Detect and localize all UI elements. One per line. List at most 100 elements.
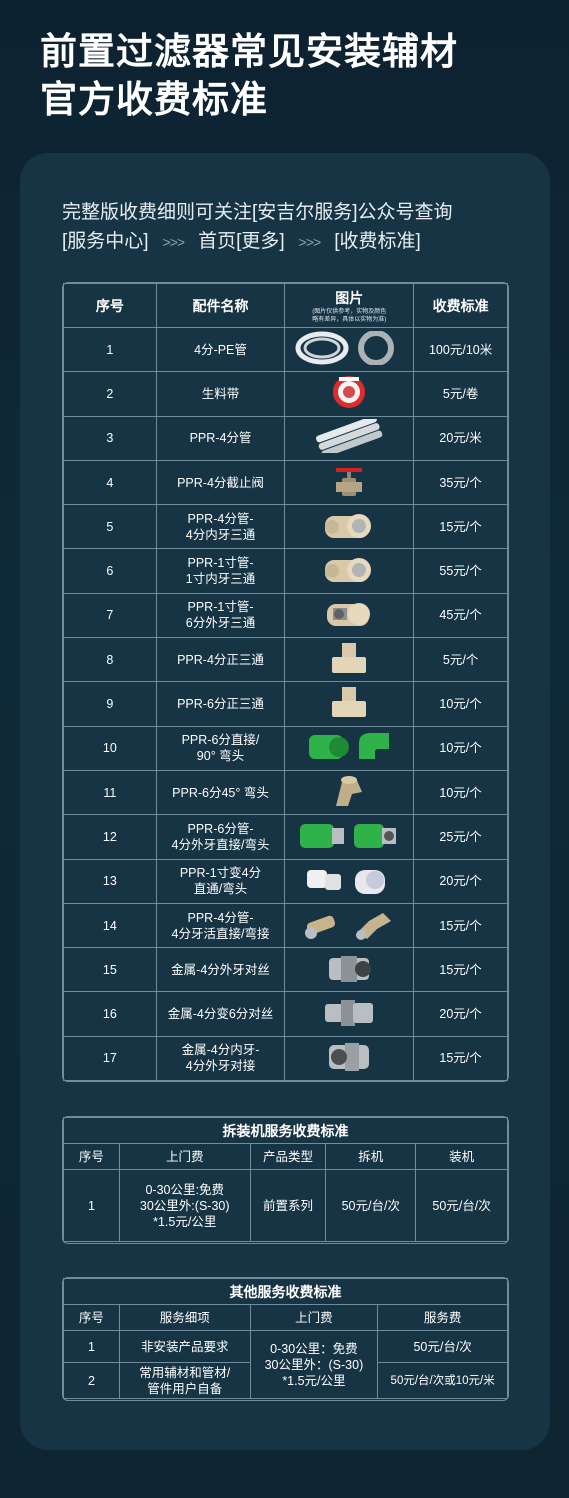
cell-image: [284, 637, 415, 683]
cell-name: 生料带: [155, 371, 286, 417]
cell-name: 金属-4分外牙对丝: [155, 947, 286, 993]
crumb-fee-standard: [收费标准]: [334, 231, 421, 252]
other-cell-visit: 0-30公里：免费 30公里外：(S-30) *1.5元/公里: [249, 1330, 379, 1399]
cell-fee: 25元/个: [413, 814, 508, 860]
install-table-title: 拆装机服务收费标准: [63, 1117, 508, 1144]
cell-name-line2: 4分内牙三通: [185, 527, 256, 542]
cell-fee: 55元/个: [413, 548, 508, 594]
visit-line1: 0-30公里：免费: [270, 1341, 358, 1356]
cell-no: 13: [63, 858, 157, 904]
metal-nipple-icon: [319, 951, 379, 989]
cell-name-line2: 90° 弯头: [196, 749, 245, 764]
cell-name-line2: 6分外牙三通: [185, 616, 256, 631]
cell-name: PPR-6分管- 4分外牙直接/弯头: [155, 814, 286, 860]
cell-name-line2: 4分外牙对接: [185, 1059, 256, 1074]
table-row: 12 PPR-6分管- 4分外牙直接/弯头 25元/个: [63, 814, 508, 860]
table-row: 9 PPR-6分正三通 10元/个: [63, 681, 508, 727]
table-row: 1 4分-PE管 100元/10米: [63, 326, 508, 373]
cell-name-line1: PPR-6分管-: [187, 821, 254, 836]
table-row: 7 PPR-1寸管- 6分外牙三通 45元/个: [63, 592, 508, 639]
header-no: 序号: [63, 283, 157, 328]
cell-name: 金属-4分内牙- 4分外牙对接: [155, 1035, 286, 1082]
cell-name: PPR-1寸管- 1寸内牙三通: [155, 548, 286, 594]
cell-name-line1: PPR-1寸管-: [187, 600, 254, 615]
cell-name-line1: PPR-6分45° 弯头: [172, 785, 269, 800]
cell-no: 10: [63, 725, 157, 771]
table-row: 13 PPR-1寸变4分 直通/弯头 20元/个: [63, 858, 508, 904]
crumb-separator: >>>: [162, 234, 186, 250]
table-row: 2 生料带 5元/卷: [63, 371, 508, 417]
female-tee-icon: [319, 552, 379, 590]
table-row: 1 非安装产品要求 0-30公里：免费 30公里外：(S-30) *1.5元/公…: [63, 1330, 508, 1399]
table-row: 1 0-30公里:免费 30公里外:(S-30) *1.5元/公里 前置系列 5…: [63, 1169, 508, 1242]
cell-name: PPR-4分管- 4分内牙三通: [155, 504, 286, 550]
visit-line3: *1.5元/公里: [282, 1373, 346, 1388]
cell-image: [284, 1035, 415, 1082]
table-row: 5 PPR-4分管- 4分内牙三通 15元/个: [63, 504, 508, 550]
visit-line2: 30公里外：(S-30): [264, 1357, 364, 1372]
other-cell-item: 常用辅材和管材/ 管件用户自备: [118, 1362, 251, 1399]
other-fee-table: 其他服务收费标准 序号 服务细项 上门费 服务费 1 非安装产品要求 0-30公…: [63, 1278, 508, 1399]
header-image-label: 图片: [335, 289, 364, 306]
cell-fee: 45元/个: [413, 592, 508, 639]
cell-name-line1: PPR-1寸变4分: [179, 866, 262, 881]
cell-image: [284, 814, 415, 860]
equal-tee-icon: [324, 685, 374, 723]
cell-name-line1: PPR-6分直接/: [181, 733, 260, 748]
table-row: 16 金属-4分变6分对丝 20元/个: [63, 991, 508, 1037]
cell-name-line2: 直通/弯头: [193, 882, 248, 897]
other-cell-item: 非安装产品要求: [118, 1330, 251, 1363]
cell-no: 6: [63, 548, 157, 594]
table-row: 8 PPR-4分正三通 5元/个: [63, 637, 508, 683]
cell-name-line1: 生料带: [201, 386, 240, 401]
green-coupling-elbow-icon: [299, 729, 399, 767]
other-cell-fee: 50元/台/次: [377, 1330, 508, 1363]
header-name: 配件名称: [155, 283, 286, 328]
cell-image: [284, 548, 415, 594]
cell-image: [284, 947, 415, 993]
install-fee-table: 拆装机服务收费标准 序号 上门费 产品类型 拆机 装机 1 0-30公里:免费 …: [63, 1117, 508, 1242]
accessory-fee-table: 序号 配件名称 图片 (图片仅供参考，实物及颜色 略有差异，具体以实物为准) 收费…: [63, 283, 508, 1082]
cell-no: 4: [63, 459, 157, 506]
table-row: 11 PPR-6分45° 弯头 10元/个: [63, 769, 508, 816]
install-header-type: 产品类型: [249, 1143, 327, 1170]
cell-no: 14: [63, 902, 157, 949]
cell-fee: 20元/米: [413, 415, 508, 461]
cell-name: 金属-4分变6分对丝: [155, 991, 286, 1037]
install-cell-type: 前置系列: [249, 1169, 327, 1242]
other-cell-fee: 50元/台/次或10元/米: [377, 1362, 508, 1399]
table-row: 10 PPR-6分直接/90° 弯头 10元/个: [63, 725, 508, 771]
pe-pipe-coil-icon: [294, 329, 404, 369]
image-note-line1: (图片仅供参考，实物及颜色: [312, 308, 387, 315]
visit-line1: 0-30公里:免费: [145, 1182, 224, 1197]
cell-name-line1: 金属-4分外牙对丝: [171, 962, 270, 977]
page-title-line2: 官方收费标准: [40, 79, 268, 120]
union-fittings-icon: [299, 907, 399, 945]
table-row: 15 金属-4分外牙对丝 15元/个: [63, 947, 508, 993]
cell-image: [284, 769, 415, 816]
ppr-pipes-icon: [309, 415, 389, 458]
cell-fee: 10元/个: [413, 681, 508, 727]
cell-no: 3: [63, 415, 157, 461]
metal-adapter-icon: [319, 1039, 379, 1077]
other-cell-no: 2: [63, 1362, 120, 1399]
table-row: 3 PPR-4分管 20元/米: [63, 415, 508, 461]
cell-name-line1: 金属-4分变6分对丝: [167, 1007, 274, 1022]
cell-image: [284, 902, 415, 949]
cell-no: 5: [63, 504, 157, 550]
cell-no: 1: [63, 326, 157, 373]
other-header-row: 序号 服务细项 上门费 服务费: [63, 1304, 508, 1331]
table-row: 14 PPR-4分管- 4分牙活直接/弯接 15元/个: [63, 902, 508, 949]
cell-fee: 10元/个: [413, 769, 508, 816]
other-table-title: 其他服务收费标准: [63, 1278, 508, 1305]
header-image: 图片 (图片仅供参考，实物及颜色 略有差异，具体以实物为准): [284, 283, 415, 328]
item-line1: 常用辅材和管材/: [139, 1365, 231, 1380]
install-title-row: 拆装机服务收费标准: [63, 1117, 508, 1144]
cell-fee: 10元/个: [413, 725, 508, 771]
cell-image: [284, 858, 415, 904]
intro-breadcrumb: [服务中心] >>> 首页[更多] >>> [收费标准]: [62, 227, 453, 257]
crumb-separator: >>>: [298, 234, 322, 250]
cell-fee: 20元/个: [413, 991, 508, 1037]
cell-fee: 35元/个: [413, 459, 508, 506]
visit-line2: 30公里外:(S-30): [139, 1198, 230, 1213]
